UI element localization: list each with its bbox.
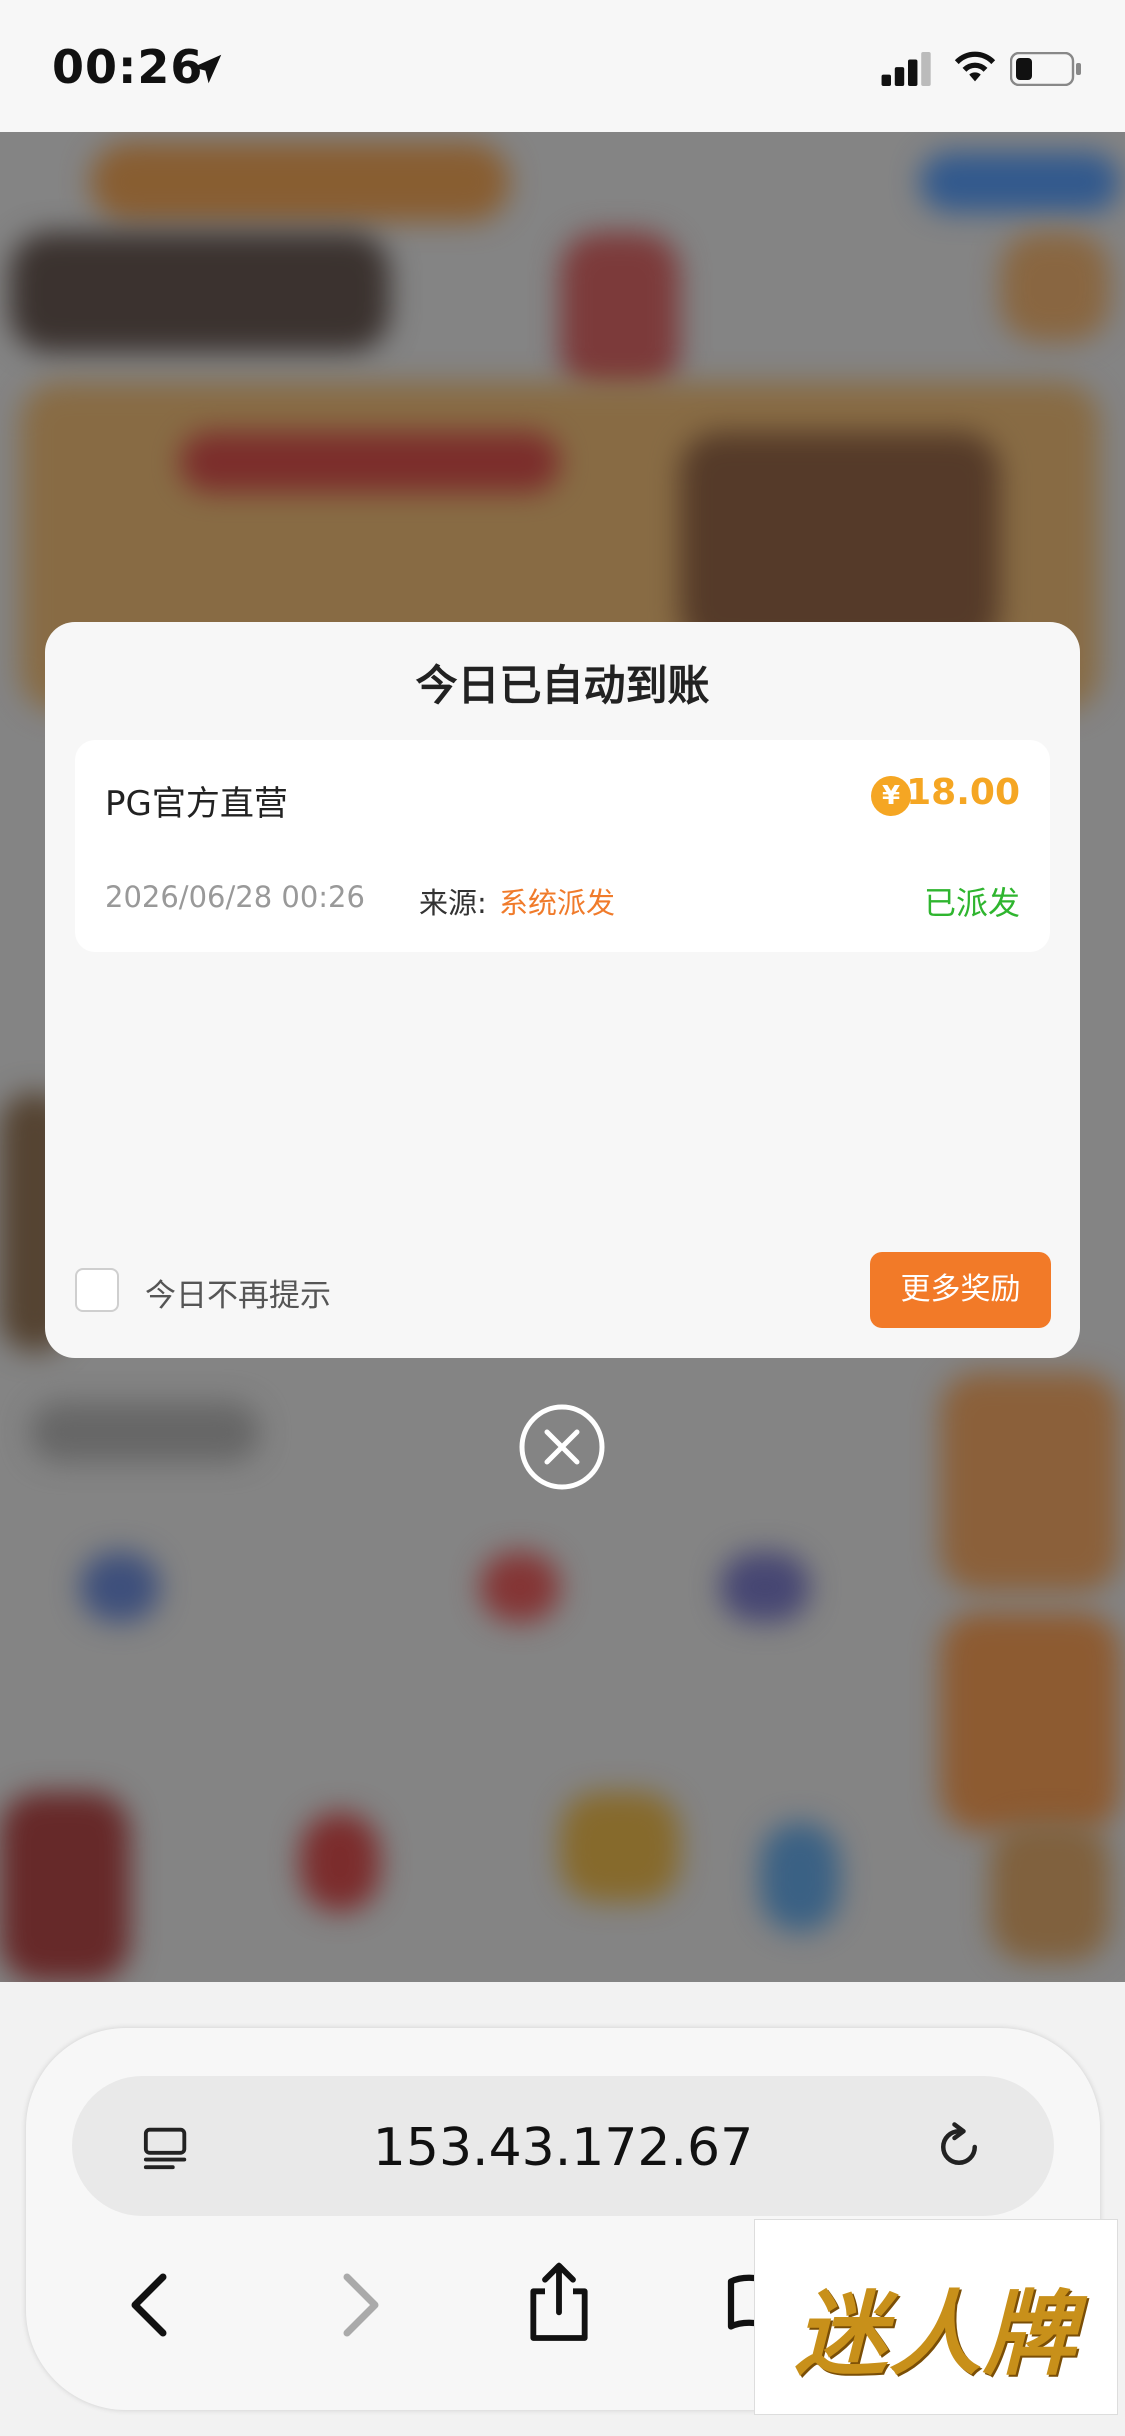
watermark-text: 迷人牌 bbox=[794, 2281, 1077, 2388]
reward-record-card: PG官方直营 ¥ 18.00 2026/06/28 00:26 来源: 系统派发… bbox=[75, 740, 1050, 952]
watermark-logo: 迷人牌 bbox=[754, 2219, 1118, 2415]
status-bar: 00:26 bbox=[0, 0, 1125, 132]
url-text[interactable]: 153.43.172.67 bbox=[72, 2118, 1054, 2178]
address-bar[interactable]: 153.43.172.67 bbox=[72, 2076, 1054, 2216]
status-time: 00:26 bbox=[52, 40, 204, 94]
close-icon[interactable] bbox=[518, 1403, 606, 1491]
record-datetime: 2026/06/28 00:26 bbox=[105, 880, 365, 914]
share-icon[interactable] bbox=[524, 2260, 594, 2346]
forward-icon[interactable] bbox=[336, 2270, 386, 2340]
status-badge: 已派发 bbox=[923, 884, 1020, 922]
dialog-title: 今日已自动到账 bbox=[415, 661, 710, 710]
cellular-signal-icon bbox=[881, 52, 931, 86]
dont-remind-label[interactable]: 今日不再提示 bbox=[145, 1270, 331, 1315]
reload-icon[interactable] bbox=[932, 2120, 986, 2174]
wifi-icon bbox=[954, 51, 996, 82]
source-label: 来源: bbox=[419, 886, 487, 920]
record-name: PG官方直营 bbox=[105, 784, 288, 824]
coin-icon: ¥ bbox=[871, 776, 911, 816]
back-icon[interactable] bbox=[124, 2270, 174, 2340]
record-amount: 18.00 bbox=[906, 772, 1020, 813]
more-rewards-button[interactable]: 更多奖励 bbox=[870, 1252, 1051, 1328]
dont-remind-checkbox[interactable] bbox=[75, 1268, 119, 1312]
source-value: 系统派发 bbox=[499, 886, 616, 920]
reward-dialog: 今日已自动到账 PG官方直营 ¥ 18.00 2026/06/28 00:26 … bbox=[45, 622, 1080, 1358]
battery-icon bbox=[1010, 52, 1081, 86]
location-arrow-icon bbox=[192, 54, 222, 84]
